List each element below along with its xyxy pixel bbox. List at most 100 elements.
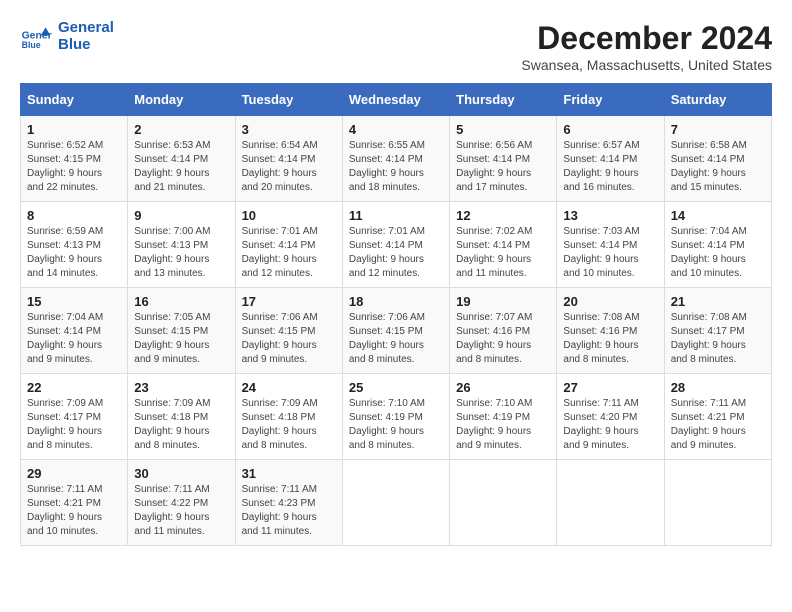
page-header: General Blue General Blue December 2024 …	[20, 20, 772, 73]
title-block: December 2024 Swansea, Massachusetts, Un…	[521, 20, 772, 73]
calendar-cell: 25 Sunrise: 7:10 AM Sunset: 4:19 PM Dayl…	[342, 374, 449, 460]
header-thursday: Thursday	[450, 84, 557, 116]
day-number: 2	[134, 122, 228, 137]
header-saturday: Saturday	[664, 84, 771, 116]
day-info: Sunrise: 7:05 AM Sunset: 4:15 PM Dayligh…	[134, 311, 228, 367]
calendar-cell: 4 Sunrise: 6:55 AM Sunset: 4:14 PM Dayli…	[342, 116, 449, 202]
day-info: Sunrise: 7:08 AM Sunset: 4:17 PM Dayligh…	[671, 311, 765, 367]
calendar-table: SundayMondayTuesdayWednesdayThursdayFrid…	[20, 83, 772, 546]
day-number: 7	[671, 122, 765, 137]
calendar-cell: 17 Sunrise: 7:06 AM Sunset: 4:15 PM Dayl…	[235, 288, 342, 374]
calendar-cell: 21 Sunrise: 7:08 AM Sunset: 4:17 PM Dayl…	[664, 288, 771, 374]
day-number: 31	[242, 466, 336, 481]
day-info: Sunrise: 7:11 AM Sunset: 4:20 PM Dayligh…	[563, 397, 657, 453]
calendar-cell: 8 Sunrise: 6:59 AM Sunset: 4:13 PM Dayli…	[21, 202, 128, 288]
day-number: 8	[27, 208, 121, 223]
calendar-cell: 20 Sunrise: 7:08 AM Sunset: 4:16 PM Dayl…	[557, 288, 664, 374]
day-number: 13	[563, 208, 657, 223]
day-number: 27	[563, 380, 657, 395]
day-info: Sunrise: 7:01 AM Sunset: 4:14 PM Dayligh…	[242, 225, 336, 281]
day-number: 25	[349, 380, 443, 395]
calendar-cell: 9 Sunrise: 7:00 AM Sunset: 4:13 PM Dayli…	[128, 202, 235, 288]
day-number: 1	[27, 122, 121, 137]
day-info: Sunrise: 6:52 AM Sunset: 4:15 PM Dayligh…	[27, 139, 121, 195]
day-info: Sunrise: 6:55 AM Sunset: 4:14 PM Dayligh…	[349, 139, 443, 195]
calendar-week-row: 15 Sunrise: 7:04 AM Sunset: 4:14 PM Dayl…	[21, 288, 772, 374]
day-number: 28	[671, 380, 765, 395]
day-number: 12	[456, 208, 550, 223]
calendar-cell: 14 Sunrise: 7:04 AM Sunset: 4:14 PM Dayl…	[664, 202, 771, 288]
logo-text-line1: General	[58, 20, 114, 37]
day-number: 21	[671, 294, 765, 309]
day-info: Sunrise: 7:11 AM Sunset: 4:21 PM Dayligh…	[27, 483, 121, 539]
calendar-cell: 2 Sunrise: 6:53 AM Sunset: 4:14 PM Dayli…	[128, 116, 235, 202]
day-info: Sunrise: 7:00 AM Sunset: 4:13 PM Dayligh…	[134, 225, 228, 281]
day-number: 17	[242, 294, 336, 309]
day-info: Sunrise: 7:10 AM Sunset: 4:19 PM Dayligh…	[349, 397, 443, 453]
calendar-cell	[664, 460, 771, 546]
header-friday: Friday	[557, 84, 664, 116]
header-monday: Monday	[128, 84, 235, 116]
calendar-cell: 22 Sunrise: 7:09 AM Sunset: 4:17 PM Dayl…	[21, 374, 128, 460]
calendar-week-row: 22 Sunrise: 7:09 AM Sunset: 4:17 PM Dayl…	[21, 374, 772, 460]
day-number: 4	[349, 122, 443, 137]
day-info: Sunrise: 7:09 AM Sunset: 4:18 PM Dayligh…	[242, 397, 336, 453]
calendar-week-row: 1 Sunrise: 6:52 AM Sunset: 4:15 PM Dayli…	[21, 116, 772, 202]
day-info: Sunrise: 7:11 AM Sunset: 4:22 PM Dayligh…	[134, 483, 228, 539]
calendar-cell: 12 Sunrise: 7:02 AM Sunset: 4:14 PM Dayl…	[450, 202, 557, 288]
calendar-cell: 3 Sunrise: 6:54 AM Sunset: 4:14 PM Dayli…	[235, 116, 342, 202]
day-number: 20	[563, 294, 657, 309]
calendar-cell: 30 Sunrise: 7:11 AM Sunset: 4:22 PM Dayl…	[128, 460, 235, 546]
calendar-header-row: SundayMondayTuesdayWednesdayThursdayFrid…	[21, 84, 772, 116]
day-info: Sunrise: 7:02 AM Sunset: 4:14 PM Dayligh…	[456, 225, 550, 281]
logo: General Blue General Blue	[20, 20, 114, 53]
day-number: 11	[349, 208, 443, 223]
header-tuesday: Tuesday	[235, 84, 342, 116]
calendar-cell: 11 Sunrise: 7:01 AM Sunset: 4:14 PM Dayl…	[342, 202, 449, 288]
calendar-week-row: 8 Sunrise: 6:59 AM Sunset: 4:13 PM Dayli…	[21, 202, 772, 288]
day-info: Sunrise: 7:01 AM Sunset: 4:14 PM Dayligh…	[349, 225, 443, 281]
calendar-cell	[557, 460, 664, 546]
day-number: 22	[27, 380, 121, 395]
day-number: 30	[134, 466, 228, 481]
day-number: 10	[242, 208, 336, 223]
day-info: Sunrise: 7:09 AM Sunset: 4:17 PM Dayligh…	[27, 397, 121, 453]
calendar-cell: 29 Sunrise: 7:11 AM Sunset: 4:21 PM Dayl…	[21, 460, 128, 546]
calendar-cell: 24 Sunrise: 7:09 AM Sunset: 4:18 PM Dayl…	[235, 374, 342, 460]
day-number: 19	[456, 294, 550, 309]
calendar-week-row: 29 Sunrise: 7:11 AM Sunset: 4:21 PM Dayl…	[21, 460, 772, 546]
calendar-cell: 26 Sunrise: 7:10 AM Sunset: 4:19 PM Dayl…	[450, 374, 557, 460]
calendar-cell: 23 Sunrise: 7:09 AM Sunset: 4:18 PM Dayl…	[128, 374, 235, 460]
page-subtitle: Swansea, Massachusetts, United States	[521, 57, 772, 73]
day-number: 5	[456, 122, 550, 137]
day-number: 24	[242, 380, 336, 395]
calendar-cell: 10 Sunrise: 7:01 AM Sunset: 4:14 PM Dayl…	[235, 202, 342, 288]
day-info: Sunrise: 7:09 AM Sunset: 4:18 PM Dayligh…	[134, 397, 228, 453]
day-info: Sunrise: 7:08 AM Sunset: 4:16 PM Dayligh…	[563, 311, 657, 367]
calendar-cell: 5 Sunrise: 6:56 AM Sunset: 4:14 PM Dayli…	[450, 116, 557, 202]
calendar-cell: 19 Sunrise: 7:07 AM Sunset: 4:16 PM Dayl…	[450, 288, 557, 374]
day-number: 18	[349, 294, 443, 309]
day-info: Sunrise: 7:04 AM Sunset: 4:14 PM Dayligh…	[27, 311, 121, 367]
day-number: 14	[671, 208, 765, 223]
svg-text:Blue: Blue	[22, 40, 41, 50]
calendar-cell: 28 Sunrise: 7:11 AM Sunset: 4:21 PM Dayl…	[664, 374, 771, 460]
day-info: Sunrise: 6:54 AM Sunset: 4:14 PM Dayligh…	[242, 139, 336, 195]
day-info: Sunrise: 6:56 AM Sunset: 4:14 PM Dayligh…	[456, 139, 550, 195]
day-info: Sunrise: 7:10 AM Sunset: 4:19 PM Dayligh…	[456, 397, 550, 453]
day-number: 29	[27, 466, 121, 481]
day-info: Sunrise: 7:11 AM Sunset: 4:21 PM Dayligh…	[671, 397, 765, 453]
calendar-cell: 13 Sunrise: 7:03 AM Sunset: 4:14 PM Dayl…	[557, 202, 664, 288]
calendar-cell: 31 Sunrise: 7:11 AM Sunset: 4:23 PM Dayl…	[235, 460, 342, 546]
logo-text-line2: Blue	[58, 37, 114, 54]
day-number: 16	[134, 294, 228, 309]
calendar-cell: 6 Sunrise: 6:57 AM Sunset: 4:14 PM Dayli…	[557, 116, 664, 202]
day-number: 15	[27, 294, 121, 309]
calendar-cell: 7 Sunrise: 6:58 AM Sunset: 4:14 PM Dayli…	[664, 116, 771, 202]
day-number: 23	[134, 380, 228, 395]
day-number: 3	[242, 122, 336, 137]
calendar-cell	[342, 460, 449, 546]
day-info: Sunrise: 7:06 AM Sunset: 4:15 PM Dayligh…	[242, 311, 336, 367]
logo-icon: General Blue	[20, 21, 52, 53]
day-info: Sunrise: 7:04 AM Sunset: 4:14 PM Dayligh…	[671, 225, 765, 281]
